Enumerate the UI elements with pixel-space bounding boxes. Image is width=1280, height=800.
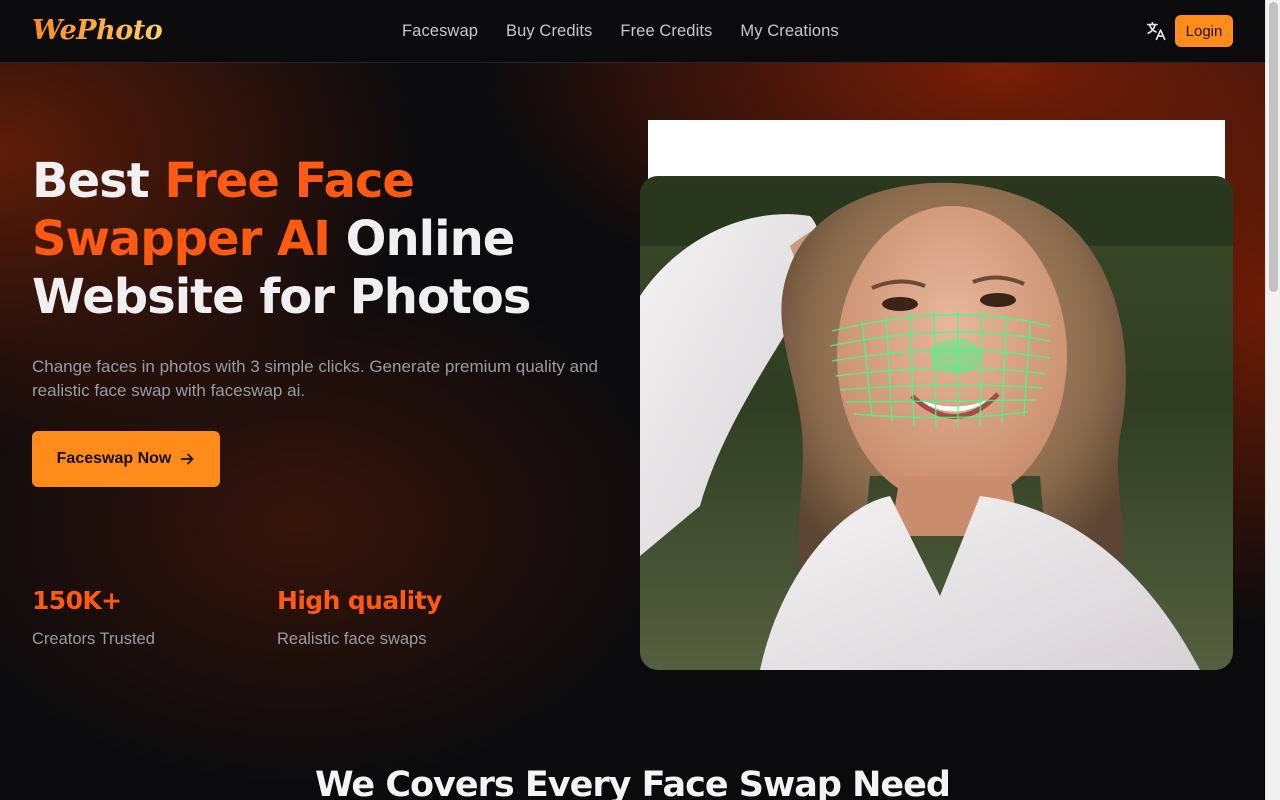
stat-value: 150K+ — [32, 586, 122, 615]
hero-subtext: Change faces in photos with 3 simple cli… — [32, 357, 599, 400]
stat-creators: 150K+ Creators Trusted — [32, 586, 155, 649]
arrow-right-icon — [180, 453, 194, 465]
hero-face-swap-photo — [640, 176, 1233, 670]
nav-item-buy-credits[interactable]: Buy Credits — [506, 22, 592, 41]
stat-label: Realistic face swaps — [277, 630, 427, 648]
page-scrollbar[interactable] — [1265, 0, 1280, 800]
login-button[interactable]: Login — [1175, 15, 1233, 47]
hero-headline: Best Free Face Swapper AI Online Website… — [32, 152, 632, 326]
main-nav: Faceswap Buy Credits Free Credits My Cre… — [402, 0, 839, 63]
nav-item-faceswap[interactable]: Faceswap — [402, 22, 478, 41]
top-navigation-bar: WePhoto Faceswap Buy Credits Free Credit… — [0, 0, 1265, 63]
nav-item-free-credits[interactable]: Free Credits — [620, 22, 712, 41]
section-title: We Covers Every Face Swap Need — [315, 765, 951, 800]
headline-part-1: Best — [32, 153, 165, 209]
faceswap-now-label: Faceswap Now — [56, 450, 172, 467]
nav-item-my-creations[interactable]: My Creations — [740, 22, 838, 41]
stat-quality: High quality Realistic face swaps — [277, 586, 442, 649]
scrollbar-thumb[interactable] — [1269, 2, 1278, 292]
translate-icon[interactable] — [1145, 20, 1167, 42]
stat-label: Creators Trusted — [32, 630, 155, 648]
stat-value: High quality — [277, 586, 442, 615]
faceswap-now-button[interactable]: Faceswap Now — [32, 431, 220, 487]
wephoto-logo[interactable]: WePhoto — [32, 14, 163, 48]
